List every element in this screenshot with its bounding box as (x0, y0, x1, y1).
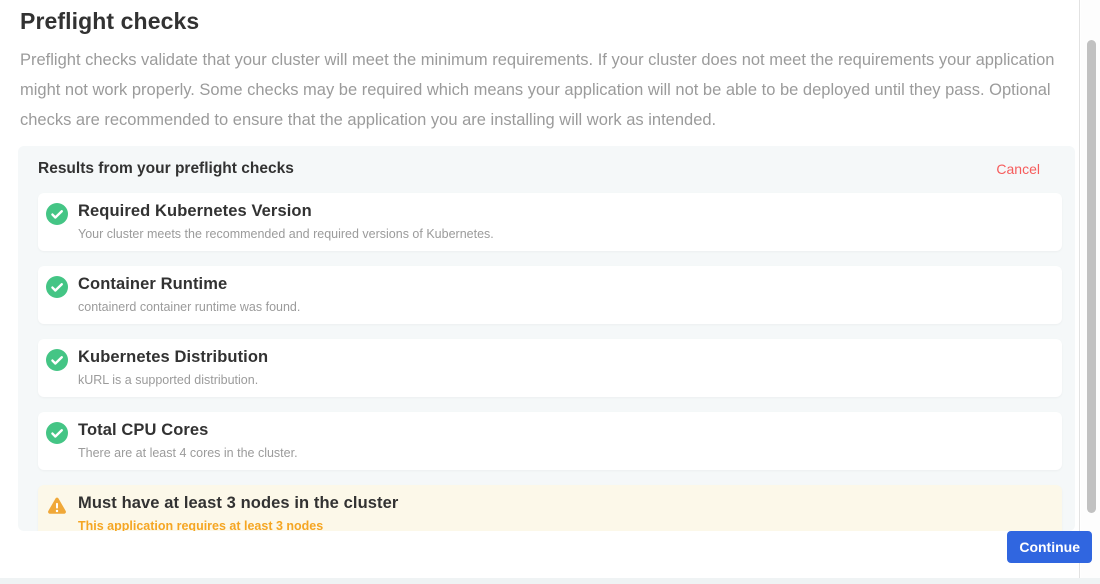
check-list: Required Kubernetes Version Your cluster… (38, 193, 1062, 531)
page-title: Preflight checks (20, 8, 1059, 35)
check-text: Container Runtime containerd container r… (78, 275, 300, 314)
check-result-row: Kubernetes Distribution kURL is a suppor… (38, 339, 1062, 397)
check-result-row: Required Kubernetes Version Your cluster… (38, 193, 1062, 251)
checkmark-circle-icon (46, 349, 68, 371)
scrollbar-thumb[interactable] (1087, 40, 1096, 513)
check-message: kURL is a supported distribution. (78, 373, 268, 387)
check-message: This application requires at least 3 nod… (78, 519, 398, 531)
check-text: Must have at least 3 nodes in the cluste… (78, 494, 398, 531)
check-title: Required Kubernetes Version (78, 202, 494, 221)
check-text: Required Kubernetes Version Your cluster… (78, 202, 494, 241)
check-result-row: Total CPU Cores There are at least 4 cor… (38, 412, 1062, 470)
check-title: Must have at least 3 nodes in the cluste… (78, 494, 398, 513)
check-result-row: Container Runtime containerd container r… (38, 266, 1062, 324)
checkmark-circle-icon (46, 276, 68, 298)
checkmark-circle-icon (46, 422, 68, 444)
check-title: Container Runtime (78, 275, 300, 294)
main-content: Preflight checks Preflight checks valida… (0, 0, 1080, 584)
panel-heading: Results from your preflight checks (38, 160, 294, 178)
check-title: Kubernetes Distribution (78, 348, 268, 367)
continue-button[interactable]: Continue (1007, 531, 1092, 563)
page-description: Preflight checks validate that your clus… (20, 45, 1060, 135)
check-message: There are at least 4 cores in the cluste… (78, 446, 298, 460)
check-text: Kubernetes Distribution kURL is a suppor… (78, 348, 268, 387)
check-text: Total CPU Cores There are at least 4 cor… (78, 421, 298, 460)
panel-header: Results from your preflight checks Cance… (38, 160, 1062, 178)
warning-triangle-icon (46, 495, 68, 517)
checkmark-circle-icon (46, 203, 68, 225)
bottom-strip (0, 578, 1100, 584)
check-title: Total CPU Cores (78, 421, 298, 440)
check-message: containerd container runtime was found. (78, 300, 300, 314)
check-result-row: Must have at least 3 nodes in the cluste… (38, 485, 1062, 531)
scrollbar-track[interactable] (1081, 0, 1100, 584)
cancel-link[interactable]: Cancel (996, 161, 1040, 177)
preflight-results-panel: Results from your preflight checks Cance… (18, 146, 1075, 531)
check-message: Your cluster meets the recommended and r… (78, 227, 494, 241)
